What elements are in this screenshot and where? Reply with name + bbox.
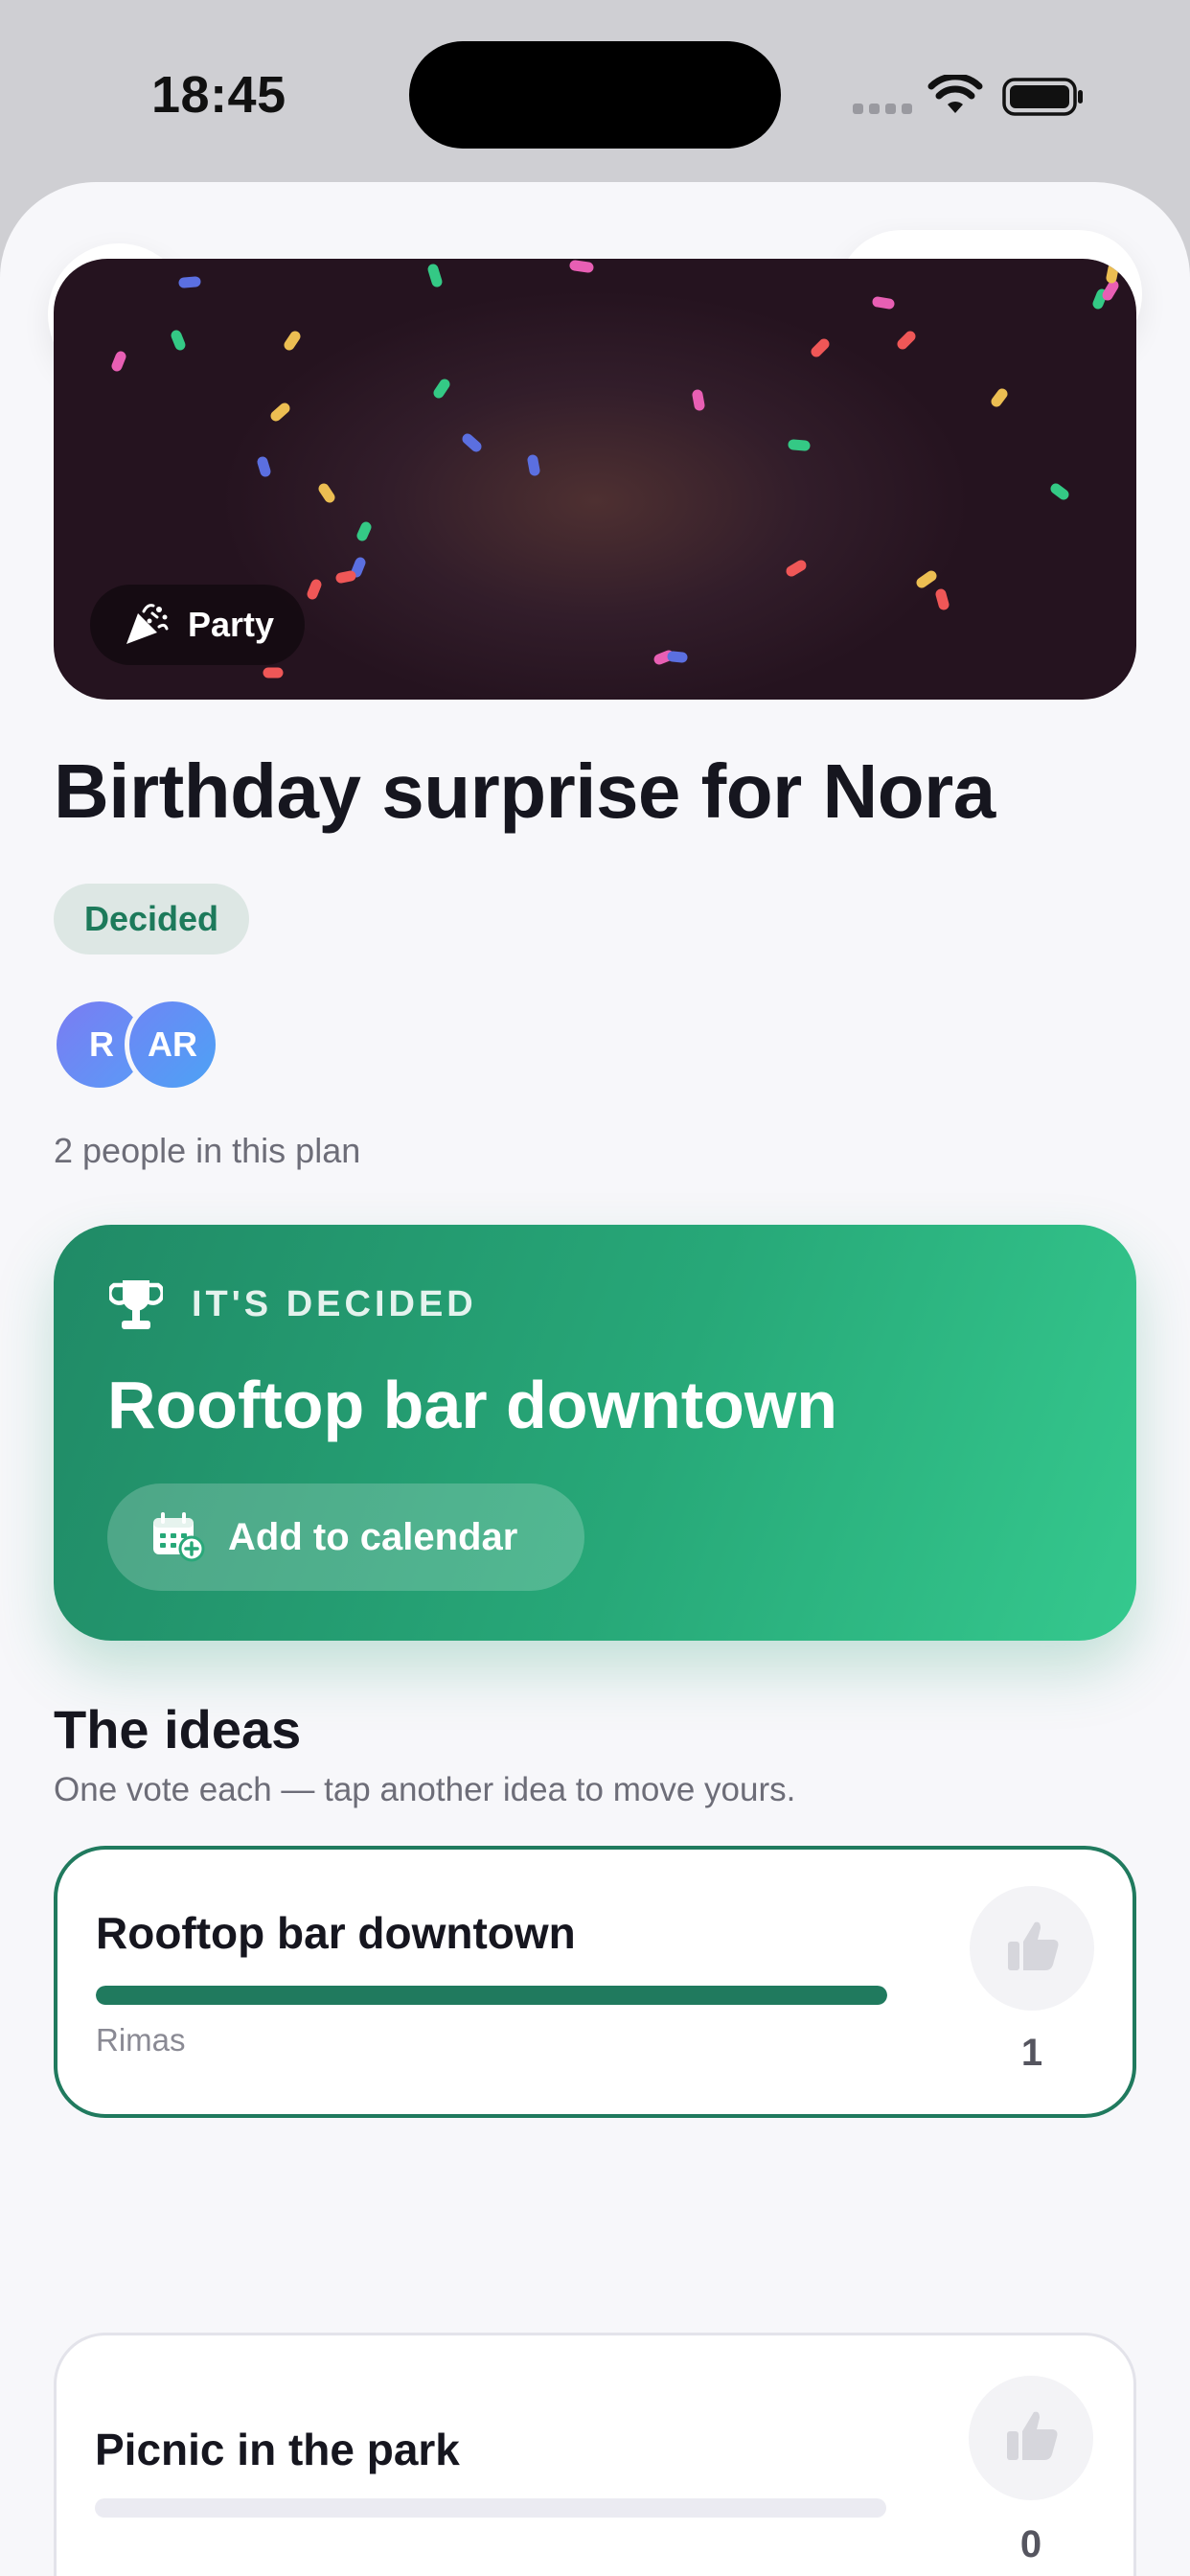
- decision-title: Rooftop bar downtown: [107, 1368, 838, 1442]
- calendar-add-icon: [153, 1512, 205, 1562]
- idea-card[interactable]: Rooftop bar downtown Rimas 1: [54, 1846, 1136, 2118]
- idea-author: Rimas: [96, 2022, 186, 2058]
- plan-title: Birthday surprise for Nora: [54, 748, 995, 834]
- vote-progress-track: [95, 2498, 886, 2518]
- vote-button[interactable]: [969, 2376, 1093, 2500]
- avatar[interactable]: AR: [125, 997, 220, 1092]
- screen: 18:45 Party Birthday surprise for Nora D…: [0, 0, 1190, 2576]
- category-chip: Party: [90, 585, 306, 665]
- dynamic-island: [409, 41, 781, 149]
- ideas-heading: The ideas: [54, 1699, 302, 1760]
- status-badge: Decided: [54, 884, 250, 954]
- add-to-calendar-label: Add to calendar: [228, 1515, 518, 1558]
- vote-progress-fill: [96, 1986, 887, 2005]
- ideas-subtitle: One vote each — tap another idea to move…: [54, 1771, 796, 1808]
- people-count: 2 people in this plan: [54, 1131, 361, 1170]
- vote-button[interactable]: [970, 1886, 1094, 2011]
- add-to-calendar-button[interactable]: Add to calendar: [107, 1484, 584, 1591]
- decision-card: IT'S DECIDED Rooftop bar downtown Add to…: [54, 1225, 1136, 1641]
- vote-count: 1: [1020, 2032, 1043, 2074]
- party-popper-icon: [126, 604, 169, 644]
- battery-icon: [1002, 78, 1083, 116]
- idea-name: Rooftop bar downtown: [96, 1908, 576, 1958]
- idea-card[interactable]: Picnic in the park 0: [54, 2333, 1136, 2576]
- decision-caption: IT'S DECIDED: [192, 1284, 477, 1324]
- hero-banner: Party: [54, 259, 1136, 700]
- trophy-icon: [109, 1280, 163, 1329]
- thumbs-up-icon: [1008, 1921, 1059, 1970]
- vote-count: 0: [1019, 2523, 1042, 2565]
- wifi-icon: [927, 75, 983, 113]
- category-label: Party: [188, 605, 275, 644]
- status-time: 18:45: [151, 66, 286, 124]
- cellular-signal-icon: [853, 104, 914, 117]
- vote-progress-track: [96, 1986, 887, 2005]
- idea-name: Picnic in the park: [95, 2425, 460, 2474]
- thumbs-up-icon: [1007, 2411, 1058, 2460]
